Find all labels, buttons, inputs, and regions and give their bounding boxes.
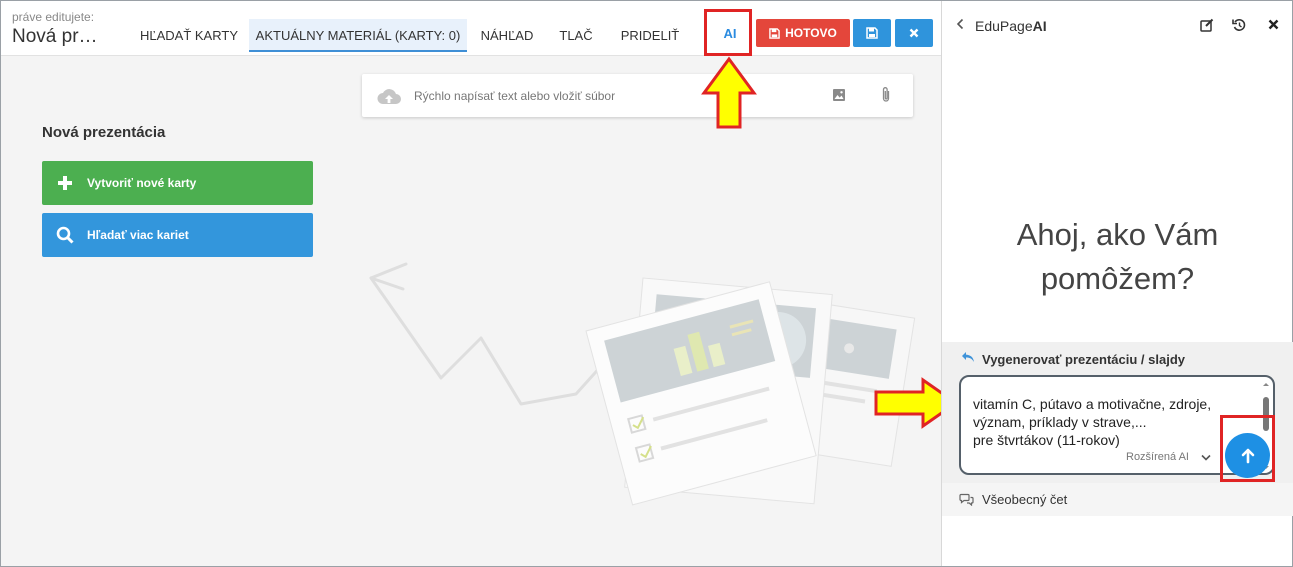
image-icon[interactable] — [832, 88, 846, 102]
panel-title-bold: AI — [1032, 18, 1047, 34]
cloud-upload-icon[interactable] — [376, 86, 402, 106]
chevron-left-icon[interactable] — [956, 18, 964, 30]
close-icon[interactable] — [1268, 19, 1279, 30]
paperclip-icon[interactable] — [880, 86, 892, 104]
new-presentation-heading: Nová prezentácia — [42, 124, 166, 141]
done-button[interactable]: HOTOVO — [756, 19, 850, 47]
search-icon — [56, 226, 74, 244]
close-editor-button[interactable] — [895, 19, 933, 47]
reply-icon[interactable] — [961, 351, 975, 363]
tab-current-material[interactable]: AKTUÁLNY MATERIÁL (KARTY: 0) — [249, 19, 467, 52]
tab-search-cards[interactable]: HĽADAŤ KARTY — [134, 19, 244, 52]
empty-state-illustration — [369, 262, 916, 506]
editing-title[interactable]: Nová pr… — [12, 26, 98, 48]
generate-presentation-title: Vygenerovať prezentáciu / slajdy — [982, 352, 1185, 367]
general-chat-item[interactable]: Všeobecný čet — [942, 483, 1293, 516]
greeting-text: Ahoj, ako Vám pomôžem? — [942, 213, 1293, 301]
editing-caption: práve editujete: — [12, 10, 95, 24]
general-chat-label: Všeobecný čet — [982, 492, 1068, 507]
edupage-ai-panel: EduPageAI Ahoj, ako Vám pomôžem? Vygener… — [941, 1, 1293, 566]
create-new-cards-button[interactable]: Vytvoriť nové karty — [42, 161, 313, 205]
send-button-highlight — [1220, 415, 1275, 482]
scroll-up-icon[interactable] — [1262, 381, 1270, 387]
find-more-cards-button[interactable]: Hľadať viac kariet — [42, 213, 313, 257]
presentation-editor: práve editujete: Nová pr… HĽADAŤ KARTY A… — [1, 1, 941, 566]
plus-icon — [57, 176, 72, 190]
history-icon[interactable] — [1232, 18, 1246, 32]
find-cards-label: Hľadať viac kariet — [87, 228, 189, 242]
greeting-line-1: Ahoj, ako Vám — [1016, 217, 1219, 252]
done-button-label: HOTOVO — [785, 26, 837, 40]
floppy-disk-icon — [769, 27, 780, 39]
edit-icon[interactable] — [1200, 18, 1214, 32]
ai-mode-label: Rozšírená AI — [1126, 451, 1189, 463]
tab-preview[interactable]: NÁHĽAD — [472, 19, 542, 52]
greeting-line-2: pomôžem? — [1040, 261, 1195, 296]
quick-text-input[interactable]: Rýchlo napísať text alebo vložiť súbor — [362, 74, 913, 117]
close-icon — [909, 28, 919, 38]
chevron-down-icon — [1201, 454, 1211, 461]
hint-arrow-up-icon — [701, 56, 757, 129]
save-button[interactable] — [853, 19, 891, 47]
editor-toolbar: práve editujete: Nová pr… HĽADAŤ KARTY A… — [1, 1, 941, 56]
floppy-disk-icon — [866, 27, 878, 39]
quick-input-placeholder: Rýchlo napísať text alebo vložiť súbor — [414, 89, 616, 103]
chat-bubbles-icon — [959, 493, 974, 506]
panel-title-plain: EduPage — [975, 18, 1033, 34]
ai-button-highlight — [704, 9, 752, 56]
ai-mode-select[interactable]: Rozšírená AI — [1126, 451, 1211, 463]
panel-title: EduPageAI — [975, 18, 1047, 34]
tab-assign[interactable]: PRIDELIŤ — [609, 19, 691, 52]
create-cards-label: Vytvoriť nové karty — [87, 176, 197, 190]
tab-print[interactable]: TLAČ — [550, 19, 602, 52]
prompt-text-value[interactable]: vitamín C, pútavo a motivačne, zdroje, v… — [973, 395, 1243, 449]
